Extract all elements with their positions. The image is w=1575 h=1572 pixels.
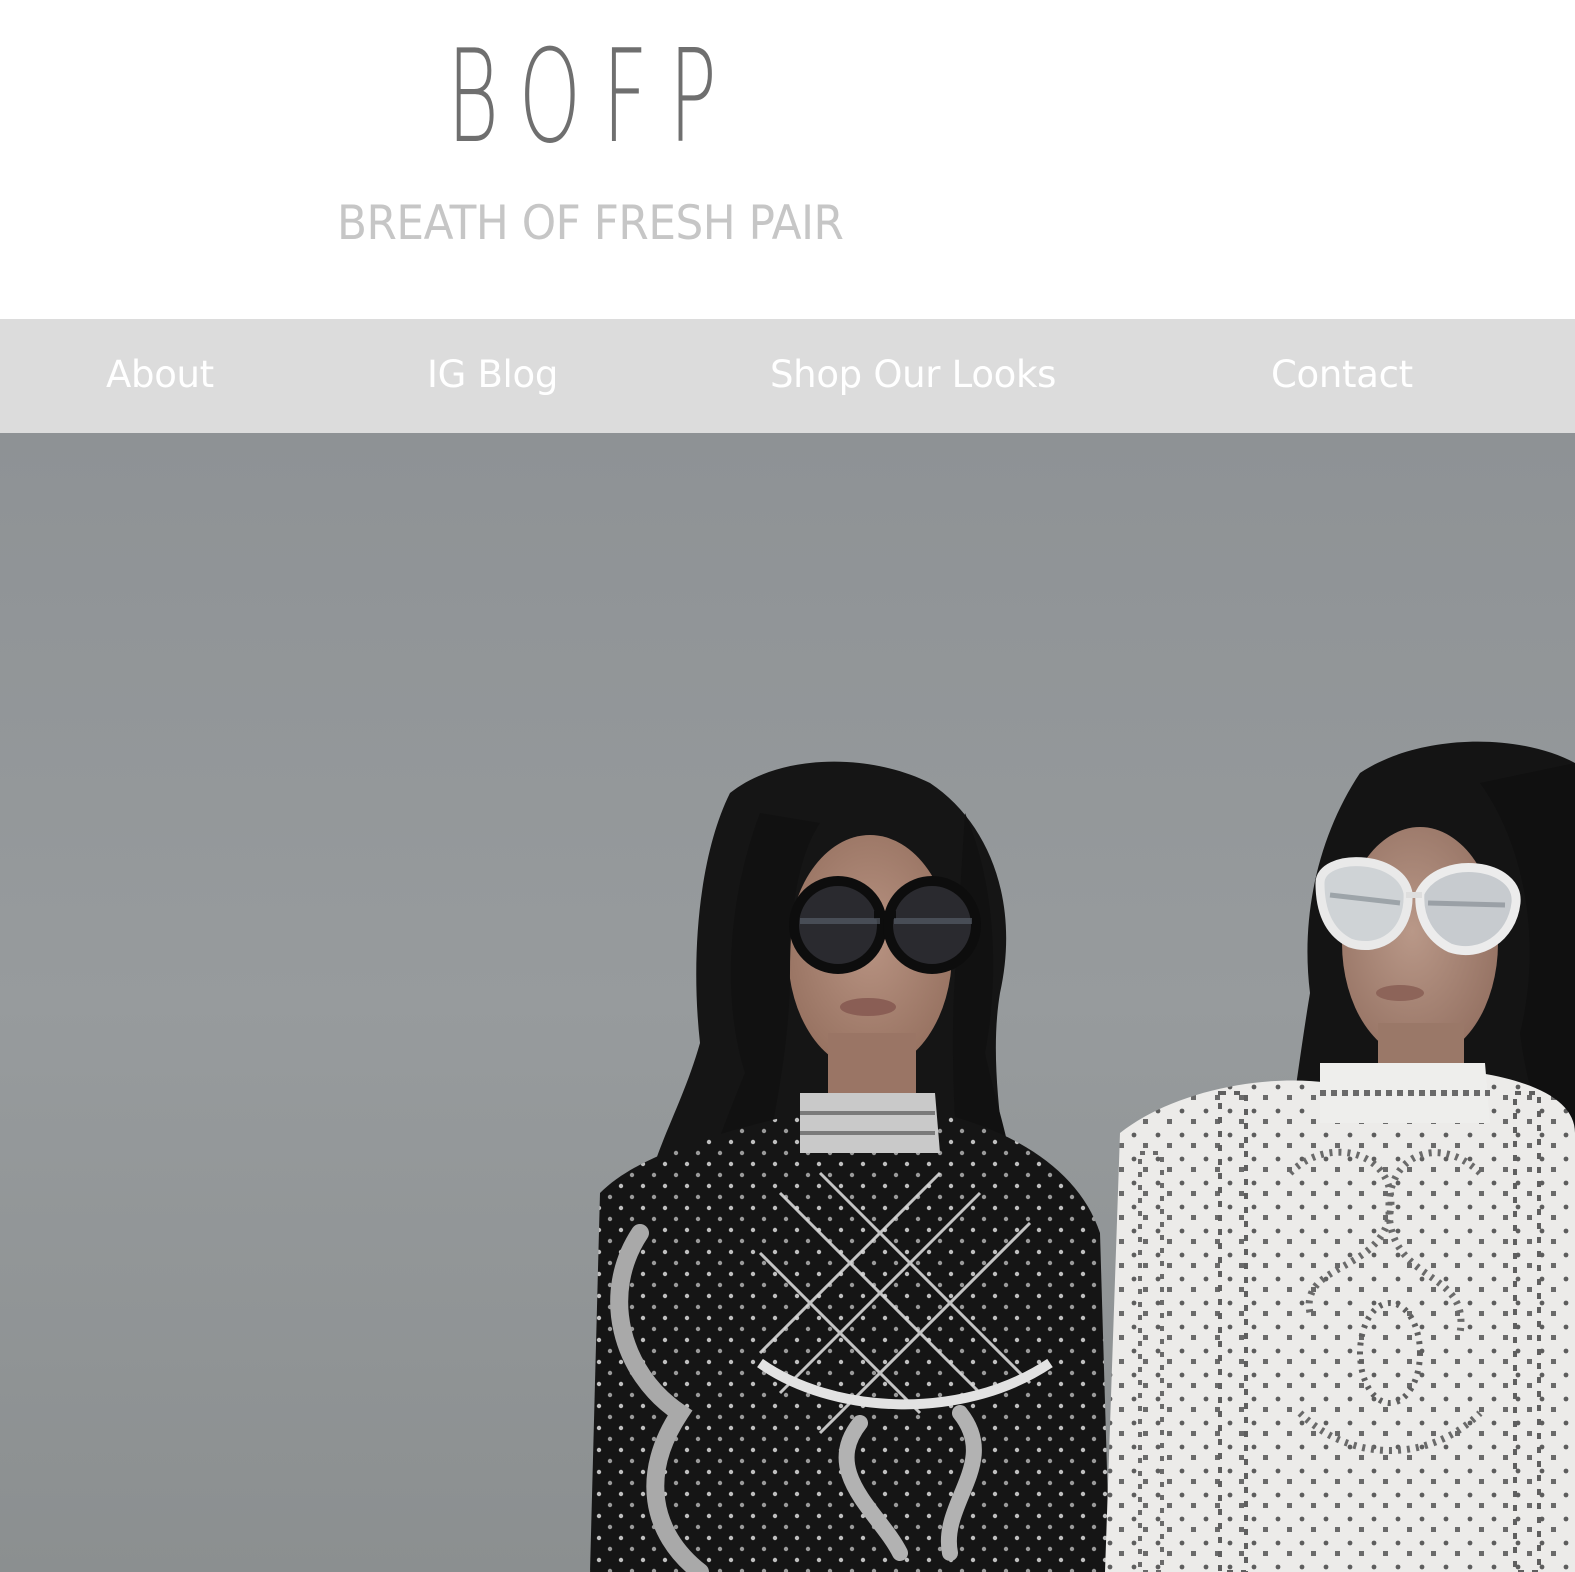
nav-item-about[interactable]: About [106, 319, 214, 433]
nav-item-ig-blog[interactable]: IG Blog [427, 319, 558, 433]
hero-photo [0, 433, 1575, 1572]
site-header: BOFP BREATH OF FRESH PAIR [0, 0, 1575, 319]
main-nav: About IG Blog Shop Our Looks Contact [0, 319, 1575, 433]
site-tagline: BREATH OF FRESH PAIR [337, 196, 844, 251]
nav-item-contact[interactable]: Contact [1271, 319, 1413, 433]
nav-item-shop-our-looks[interactable]: Shop Our Looks [770, 319, 1056, 433]
hero-photo-illustration [0, 433, 1575, 1572]
site-logo[interactable]: BOFP [447, 28, 738, 168]
